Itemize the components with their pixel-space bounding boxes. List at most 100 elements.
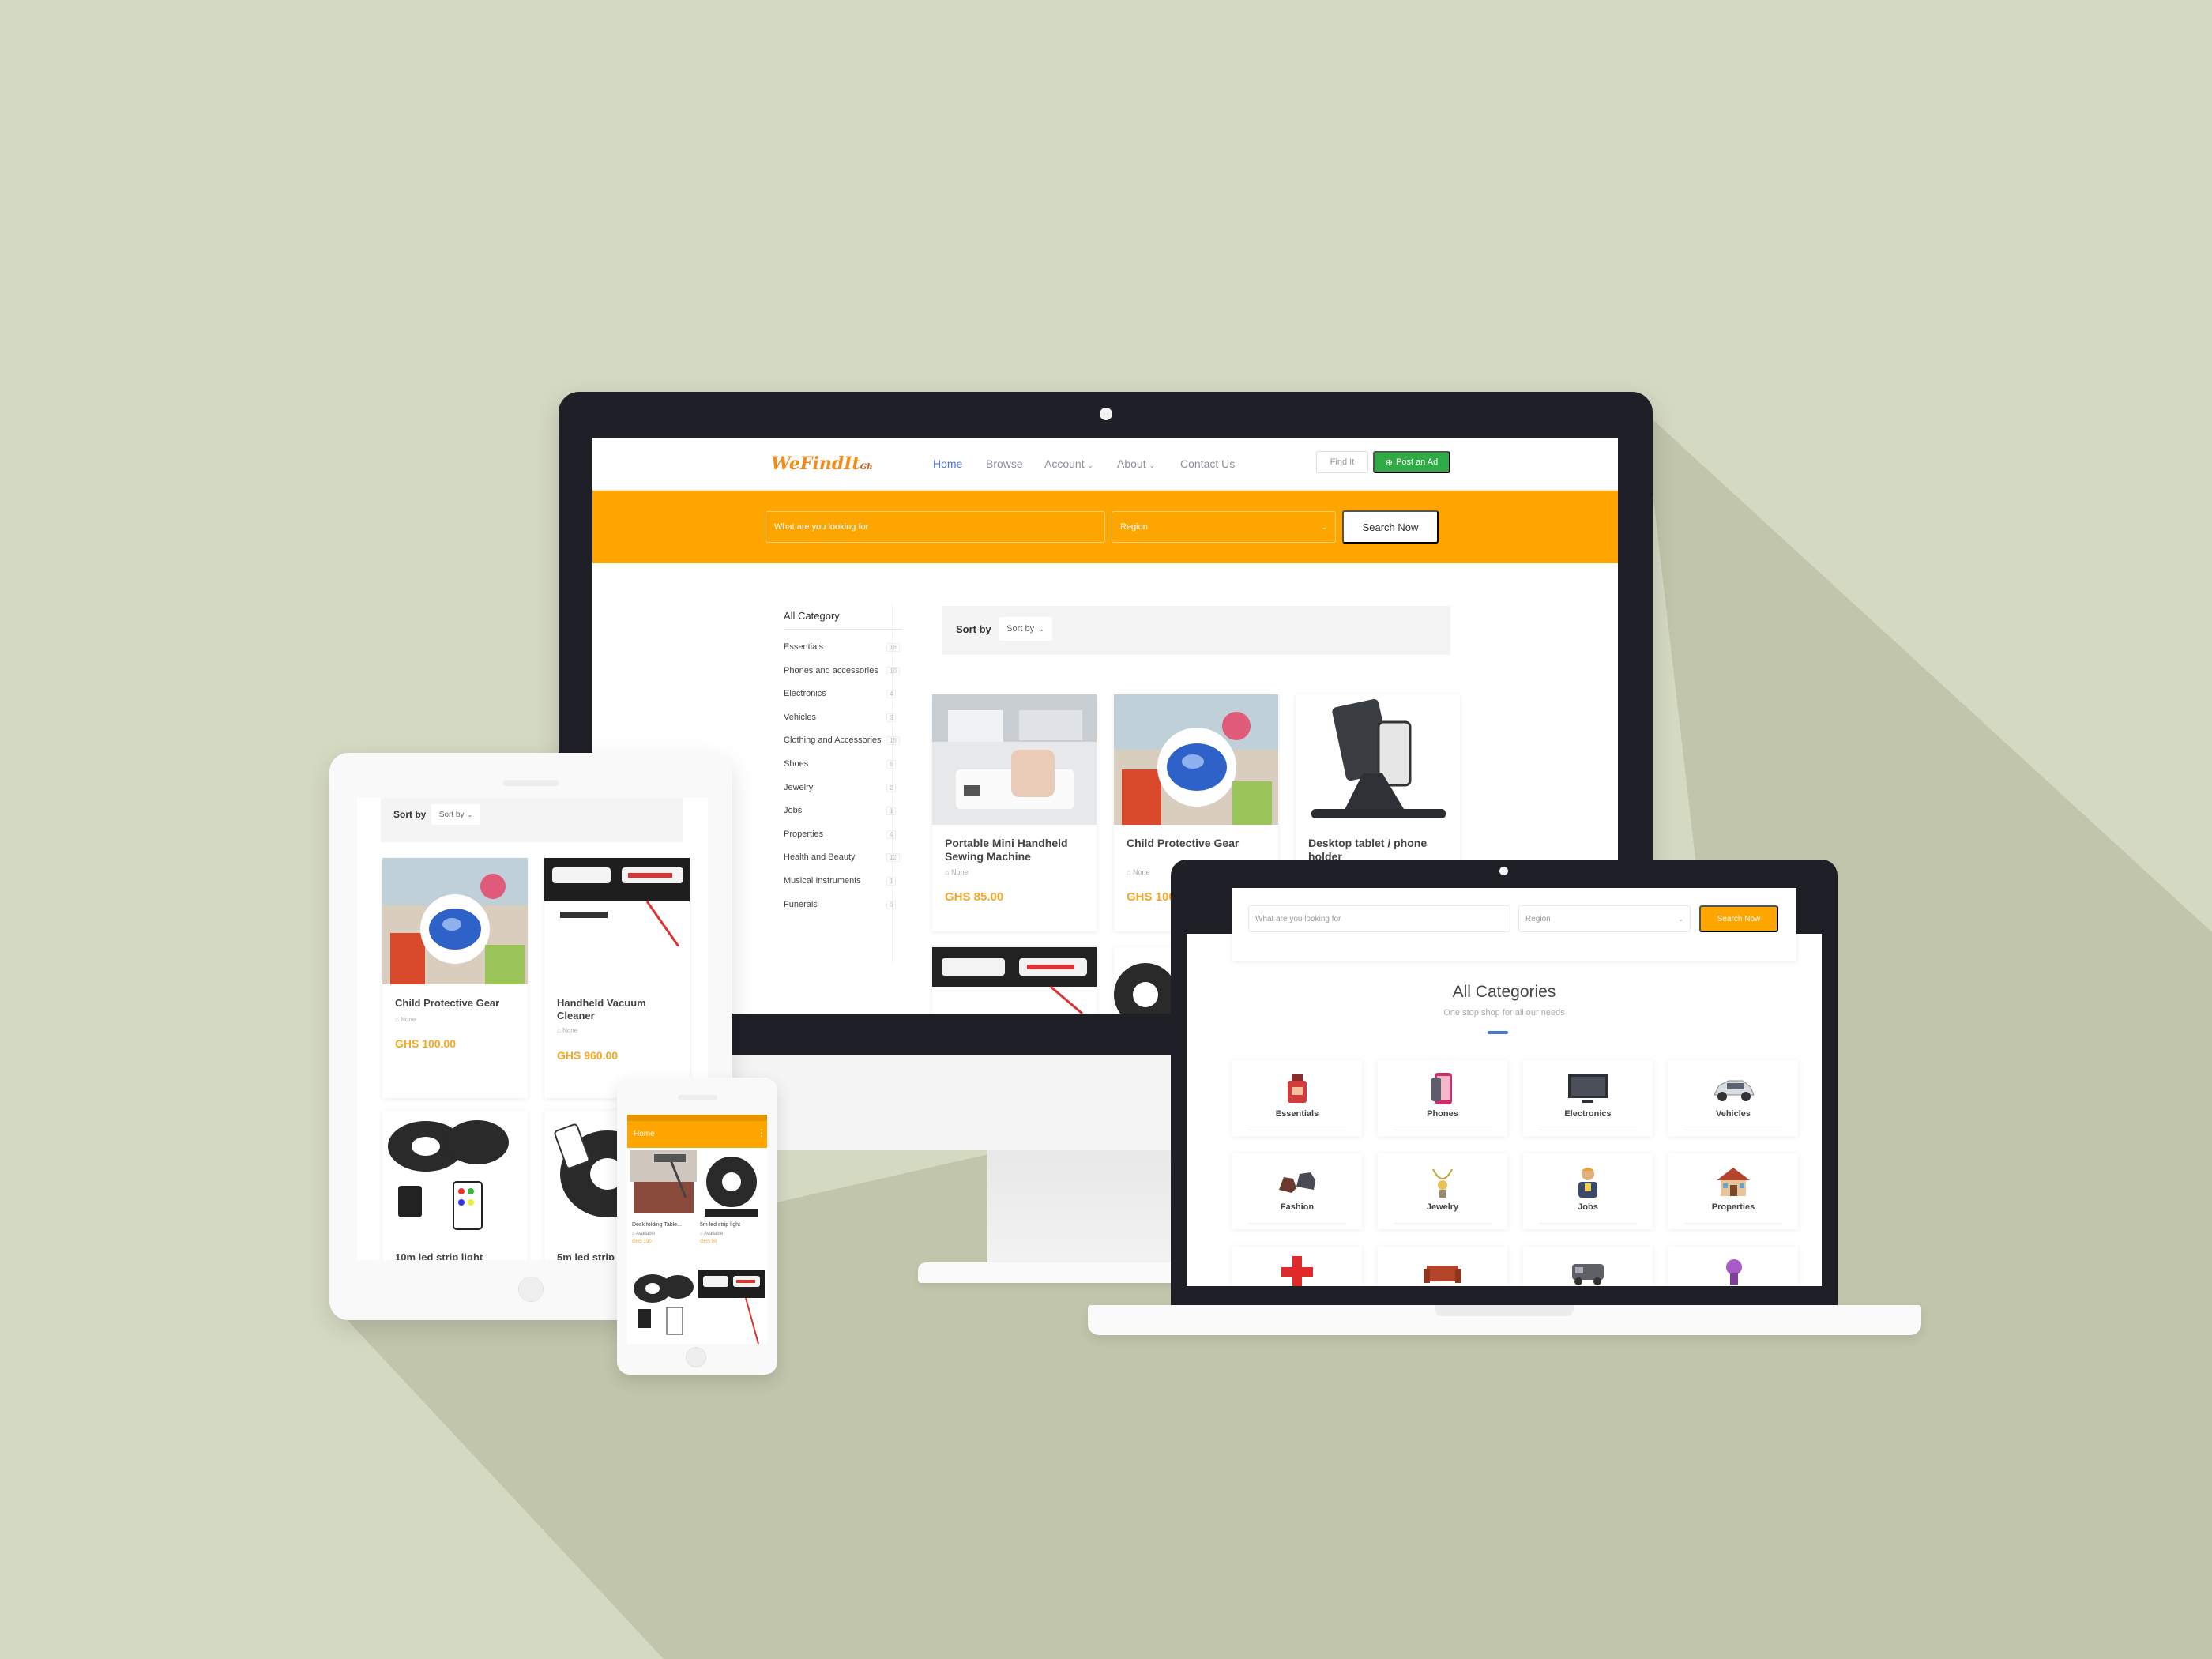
search-form: What are you looking for Region ⌄ Search … (1232, 888, 1796, 961)
tv-icon (1523, 1071, 1653, 1106)
product-condition-text: None (401, 1016, 416, 1023)
region-select[interactable]: Region ⌄ (1518, 905, 1691, 932)
product-price: GHS 90 (700, 1240, 717, 1244)
category-phones[interactable]: Phones (1378, 1060, 1507, 1136)
sewing-machine-image (932, 694, 1097, 825)
necklace-icon (1378, 1164, 1507, 1199)
search-input[interactable]: What are you looking for (1248, 905, 1510, 932)
category-essentials[interactable]: Essentials (1232, 1060, 1362, 1136)
category-label: Fashion (1280, 1202, 1315, 1212)
category-jewelry[interactable]: Jewelry (1378, 1153, 1507, 1229)
chevron-down-icon: ⌄ (1149, 461, 1156, 469)
sidebar-item-funerals[interactable]: Funerals (784, 900, 818, 909)
site-navbar: WeFindItGh Home Browse Account ⌄ About ⌄… (592, 438, 1618, 491)
find-it-button[interactable]: Find It (1316, 451, 1368, 473)
product-title: Child Protective Gear (395, 997, 500, 1009)
phone-holder-image (1296, 694, 1460, 825)
category-label: Essentials (1275, 1109, 1319, 1119)
nav-contact[interactable]: Contact Us (1180, 457, 1235, 470)
sort-select-value: Sort by (438, 810, 465, 819)
search-now-button[interactable]: Search Now (1699, 905, 1778, 932)
divider (784, 629, 902, 630)
nav-account-label: Account (1044, 457, 1085, 470)
search-now-button[interactable]: Search Now (1342, 510, 1439, 544)
phone-speaker (678, 1095, 717, 1100)
product-card[interactable]: Child Protective Gear ⌂ None GHS 100.00 (382, 858, 528, 1098)
sidebar-item-health-and-beauty[interactable]: Health and Beauty (784, 852, 856, 862)
phone-home-button[interactable] (686, 1347, 706, 1367)
sidebar-item-electronics[interactable]: Electronics (784, 689, 826, 698)
post-ad-label: Post an Ad (1396, 457, 1439, 467)
divider (1248, 1223, 1346, 1224)
product-card[interactable]: 10m led strip light (382, 1111, 528, 1260)
sidebar-item-essentials[interactable]: Essentials (784, 642, 823, 652)
search-input[interactable]: What are you looking for (766, 511, 1105, 543)
menu-icon[interactable]: ⋮ (757, 1127, 766, 1138)
chevron-down-icon: ⌄ (467, 811, 473, 818)
sidebar-item-jobs[interactable]: Jobs (784, 806, 802, 815)
tag-icon: ⌂ (1127, 868, 1131, 876)
nav-browse[interactable]: Browse (986, 457, 1023, 470)
logo-suffix: Gh (860, 463, 873, 472)
category-fashion[interactable]: Fashion (1232, 1153, 1362, 1229)
region-select-label: Region (1525, 914, 1551, 924)
category-funerals[interactable] (1523, 1247, 1653, 1286)
product-card[interactable]: Handheld Vacuum Cleaner ⌂ None GHS 960.0… (544, 858, 690, 1098)
product-condition-text: None (562, 1027, 578, 1034)
led-strip-image (382, 1111, 528, 1241)
sort-select[interactable]: Sort by ⌄ (999, 617, 1052, 641)
category-properties[interactable]: Properties (1668, 1153, 1798, 1229)
sidebar-item-count: 4 (886, 690, 897, 699)
sidebar-item-count: 10 (886, 666, 900, 675)
monitor-camera (1100, 408, 1112, 420)
sort-select[interactable]: Sort by ⌄ (431, 804, 480, 825)
tablet-speaker (502, 780, 559, 786)
sidebar-item-vehicles[interactable]: Vehicles (784, 713, 816, 722)
sidebar-item-properties[interactable]: Properties (784, 830, 823, 839)
sidebar-item-phones-and-accessories[interactable]: Phones and accessories (784, 666, 878, 675)
sidebar-item-count: 12 (886, 853, 900, 863)
sidebar-title: All Category (784, 610, 840, 622)
laptop-notch (1435, 1305, 1574, 1316)
helmet-image (1114, 694, 1278, 825)
site-logo[interactable]: WeFindItGh (771, 453, 873, 474)
house-icon (1668, 1164, 1798, 1199)
region-select[interactable]: Region ⌄ (1112, 511, 1336, 543)
folding-table-image (630, 1150, 697, 1220)
app-header: Home ⋮ (627, 1121, 767, 1148)
category-health[interactable] (1232, 1247, 1362, 1286)
sort-label: Sort by (393, 809, 427, 820)
region-select-label: Region (1120, 522, 1148, 532)
nav-home[interactable]: Home (933, 457, 962, 470)
category-jobs[interactable]: Jobs (1523, 1153, 1653, 1229)
tag-icon: ⌂ (945, 868, 950, 876)
post-ad-button[interactable]: ⊕ Post an Ad (1373, 451, 1450, 473)
product-condition: ⌂ None (945, 868, 968, 876)
plus-circle-icon: ⊕ (1385, 457, 1393, 468)
sidebar-item-clothing-and-accessories[interactable]: Clothing and Accessories (784, 735, 882, 745)
tablet-home-button[interactable] (518, 1277, 544, 1302)
product-title: Handheld Vacuum Cleaner (557, 997, 646, 1021)
sidebar-item-shoes[interactable]: Shoes (784, 759, 808, 769)
nav-about[interactable]: About ⌄ (1117, 457, 1155, 470)
sort-select-value: Sort by (1006, 624, 1035, 634)
tag-icon: ⌂ (700, 1232, 703, 1236)
product-title: 5m led strip light (700, 1222, 740, 1228)
category-furniture[interactable] (1378, 1247, 1507, 1286)
sidebar-item-jewelry[interactable]: Jewelry (784, 783, 813, 792)
product-price: GHS 100.00 (395, 1037, 457, 1050)
phone-icon (1378, 1071, 1507, 1106)
category-vehicles[interactable]: Vehicles (1668, 1060, 1798, 1136)
sidebar-item-musical-instruments[interactable]: Musical Instruments (784, 876, 861, 886)
category-label: Phones (1427, 1109, 1458, 1119)
product-title: Portable Mini Handheld Sewing Machine (945, 837, 1068, 863)
product-condition-text: Available (703, 1232, 724, 1236)
led-strip-image (698, 1150, 765, 1220)
nav-account[interactable]: Account ⌄ (1044, 457, 1093, 470)
product-condition-text: None (1132, 868, 1150, 876)
product-card[interactable] (932, 947, 1097, 1014)
category-music[interactable] (1668, 1247, 1798, 1286)
app-header-title: Home (634, 1130, 655, 1138)
category-electronics[interactable]: Electronics (1523, 1060, 1653, 1136)
product-card[interactable]: Portable Mini Handheld Sewing Machine ⌂ … (932, 694, 1097, 931)
